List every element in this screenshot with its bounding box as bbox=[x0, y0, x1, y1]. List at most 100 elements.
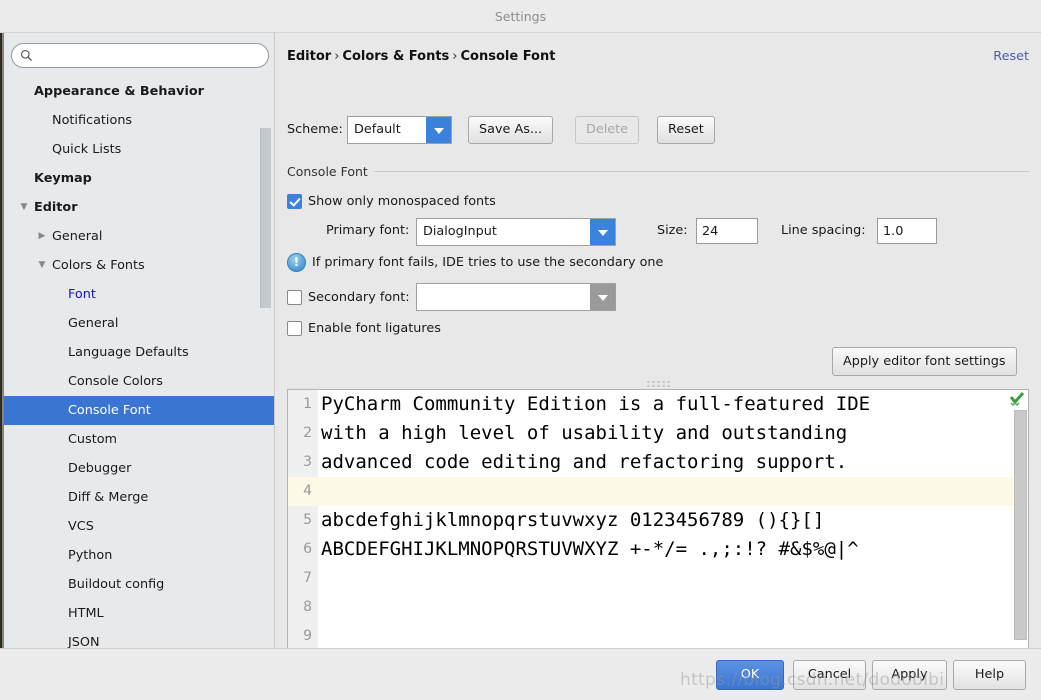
scheme-label: Scheme: bbox=[287, 122, 343, 137]
search-input[interactable] bbox=[38, 47, 260, 65]
editor-line[interactable]: 3 advanced code editing and refactoring s… bbox=[288, 448, 1028, 477]
editor-line[interactable]: 4 bbox=[288, 477, 1028, 506]
chevron-down-icon[interactable] bbox=[590, 219, 615, 245]
secondary-font-checkbox[interactable] bbox=[287, 290, 302, 305]
sidebar-item-quick-lists[interactable]: Quick Lists bbox=[4, 135, 274, 164]
sidebar-item-json[interactable]: JSON bbox=[4, 628, 274, 648]
sidebar-item-editor[interactable]: Editor bbox=[4, 193, 274, 222]
sidebar-item-notifications[interactable]: Notifications bbox=[4, 106, 274, 135]
line-spacing-label: Line spacing: bbox=[781, 223, 866, 238]
sidebar-item-custom[interactable]: Custom bbox=[4, 425, 274, 454]
sidebar-item-label: Quick Lists bbox=[52, 142, 122, 157]
sidebar-item-label: Console Font bbox=[68, 403, 151, 418]
inspection-ok-check-icon[interactable] bbox=[1008, 391, 1026, 409]
editor-line[interactable]: 6 ABCDEFGHIJKLMNOPQRSTUVWXYZ +-*/= .,;:!?… bbox=[288, 535, 1028, 564]
sidebar-item-label: Colors & Fonts bbox=[52, 258, 145, 273]
editor-line[interactable]: 8 bbox=[288, 593, 1028, 622]
sidebar-item-general[interactable]: General bbox=[4, 309, 274, 338]
chevron-down-icon[interactable] bbox=[426, 117, 451, 143]
splitter-drag-handle[interactable] bbox=[646, 381, 672, 391]
sidebar-item-colors-fonts[interactable]: Colors & Fonts bbox=[4, 251, 274, 280]
sidebar-item-label: Notifications bbox=[52, 113, 133, 128]
size-label: Size: bbox=[657, 223, 688, 238]
editor-line[interactable]: 9 bbox=[288, 622, 1028, 651]
sidebar-item-diff-merge[interactable]: Diff & Merge bbox=[4, 483, 274, 512]
settings-sidebar: Appearance & Behavior Notifications Quick … bbox=[4, 33, 275, 648]
ligatures-checkbox[interactable] bbox=[287, 321, 302, 336]
breadcrumb-segment[interactable]: Colors & Fonts bbox=[342, 49, 449, 64]
chevron-down-icon bbox=[590, 284, 615, 310]
sidebar-item-label: General bbox=[68, 316, 119, 331]
sidebar-item-console-font[interactable]: Console Font bbox=[4, 396, 274, 425]
breadcrumb: Editor › Colors & Fonts › Console Font bbox=[287, 49, 555, 64]
sidebar-item-label: Debugger bbox=[68, 461, 132, 476]
search-box[interactable] bbox=[11, 43, 269, 68]
sidebar-item-debugger[interactable]: Debugger bbox=[4, 454, 274, 483]
delete-button: Delete bbox=[575, 116, 640, 144]
editor-line-text: with a high level of usability and outst… bbox=[321, 422, 848, 444]
editor-line-text: ABCDEFGHIJKLMNOPQRSTUVWXYZ +-*/= .,;:!? … bbox=[321, 538, 859, 560]
editor-line-number: 9 bbox=[303, 628, 312, 644]
editor-line[interactable]: 7 bbox=[288, 564, 1028, 593]
info-icon bbox=[287, 253, 306, 272]
dialog-button-bar: OK Cancel Apply Help bbox=[0, 648, 1041, 700]
chevron-right-icon[interactable] bbox=[36, 222, 48, 251]
sidebar-item-label: General bbox=[52, 229, 103, 244]
breadcrumb-separator: › bbox=[334, 49, 340, 64]
group-title: Console Font bbox=[287, 164, 374, 179]
sidebar-item-python[interactable]: Python bbox=[4, 541, 274, 570]
breadcrumb-segment[interactable]: Editor bbox=[287, 49, 331, 64]
scheme-combobox[interactable]: Default bbox=[347, 116, 452, 144]
editor-scrollbar-thumb[interactable] bbox=[1014, 410, 1027, 640]
scheme-reset-button[interactable]: Reset bbox=[657, 116, 715, 144]
line-spacing-input[interactable] bbox=[877, 218, 937, 244]
breadcrumb-segment[interactable]: Console Font bbox=[461, 49, 556, 64]
editor-line-number: 5 bbox=[303, 512, 312, 528]
sidebar-item-label: Buildout config bbox=[68, 577, 165, 592]
sidebar-item-label: Language Defaults bbox=[68, 345, 189, 360]
sidebar-item-label: VCS bbox=[68, 519, 94, 534]
editor-line-text: PyCharm Community Edition is a full-feat… bbox=[321, 393, 871, 415]
window-title: Settings bbox=[494, 9, 547, 24]
size-input[interactable] bbox=[696, 218, 758, 244]
info-text: If primary font fails, IDE tries to use … bbox=[312, 255, 664, 270]
editor-line-number: 1 bbox=[303, 396, 312, 412]
editor-line-number: 2 bbox=[303, 425, 312, 441]
sidebar-item-font[interactable]: Font bbox=[4, 280, 274, 309]
sidebar-item-html[interactable]: HTML bbox=[4, 599, 274, 628]
sidebar-item-general[interactable]: General bbox=[4, 222, 274, 251]
editor-line-text: advanced code editing and refactoring su… bbox=[321, 451, 848, 473]
secondary-font-combobox[interactable] bbox=[416, 283, 616, 311]
help-button[interactable]: Help bbox=[953, 660, 1026, 690]
sidebar-scrollbar-thumb[interactable] bbox=[260, 128, 271, 308]
reset-link[interactable]: Reset bbox=[993, 49, 1029, 64]
editor-line-number: 6 bbox=[303, 541, 312, 557]
chevron-down-icon[interactable] bbox=[18, 193, 30, 222]
primary-font-combobox[interactable]: DialogInput bbox=[416, 218, 616, 246]
sidebar-item-label: Keymap bbox=[34, 171, 92, 186]
sidebar-item-appearance-behavior[interactable]: Appearance & Behavior bbox=[4, 77, 274, 106]
font-preview-editor[interactable]: 1 PyCharm Community Edition is a full-fea… bbox=[287, 389, 1029, 668]
sidebar-item-vcs[interactable]: VCS bbox=[4, 512, 274, 541]
sidebar-item-language-defaults[interactable]: Language Defaults bbox=[4, 338, 274, 367]
sidebar-item-console-colors[interactable]: Console Colors bbox=[4, 367, 274, 396]
sidebar-item-label: Custom bbox=[68, 432, 118, 447]
breadcrumb-separator: › bbox=[452, 49, 458, 64]
editor-line[interactable]: 2 with a high level of usability and outs… bbox=[288, 419, 1028, 448]
title-bar: Settings bbox=[0, 0, 1041, 33]
save-as-button[interactable]: Save As... bbox=[468, 116, 554, 144]
sidebar-item-keymap[interactable]: Keymap bbox=[4, 164, 274, 193]
sidebar-item-buildout-config[interactable]: Buildout config bbox=[4, 570, 274, 599]
cancel-button[interactable]: Cancel bbox=[793, 660, 866, 690]
chevron-down-icon[interactable] bbox=[36, 251, 48, 280]
sidebar-item-label: Font bbox=[68, 287, 96, 302]
apply-button[interactable]: Apply bbox=[872, 660, 947, 690]
editor-line[interactable]: 5 abcdefghijklmnopqrstuvwxyz 0123456789 (… bbox=[288, 506, 1028, 535]
ok-button[interactable]: OK bbox=[716, 660, 784, 690]
show-monospaced-checkbox[interactable] bbox=[287, 194, 302, 209]
settings-tree: Appearance & Behavior Notifications Quick … bbox=[4, 77, 274, 648]
sidebar-item-label: Console Colors bbox=[68, 374, 163, 389]
editor-line[interactable]: 1 PyCharm Community Edition is a full-fea… bbox=[288, 390, 1028, 419]
ligatures-label: Enable font ligatures bbox=[308, 321, 441, 336]
apply-editor-font-settings-button[interactable]: Apply editor font settings bbox=[832, 347, 1017, 376]
